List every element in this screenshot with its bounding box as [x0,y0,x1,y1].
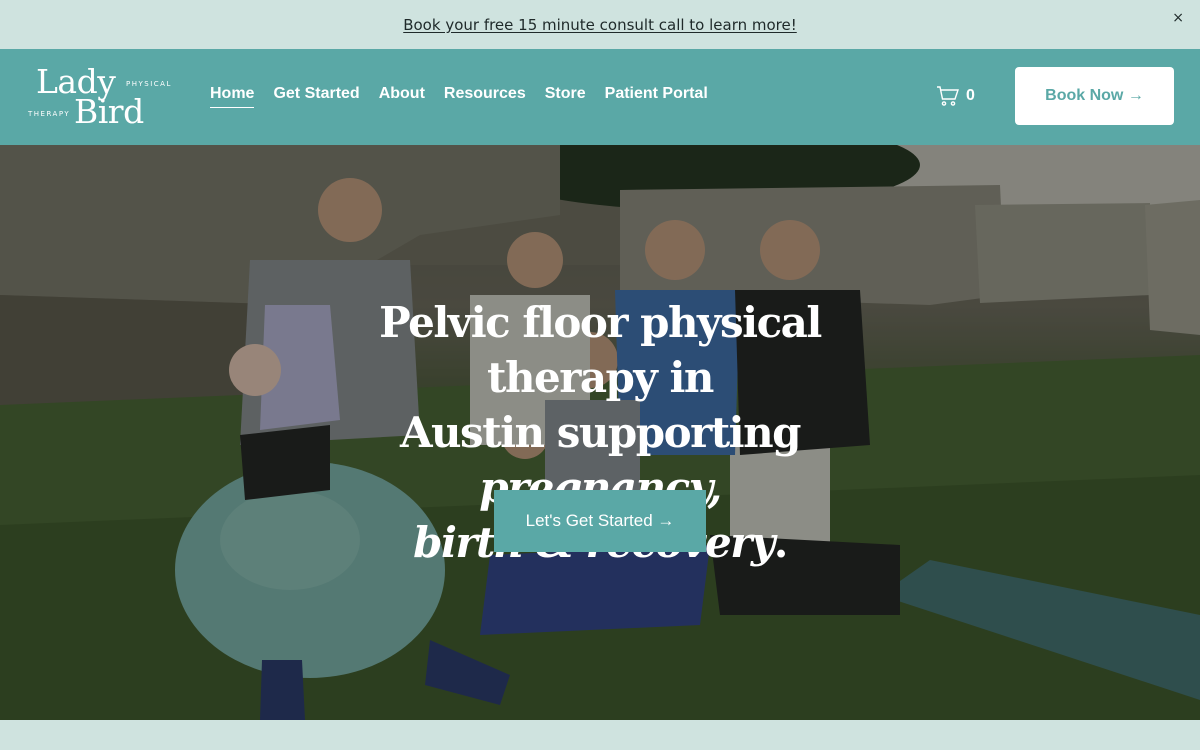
logo[interactable]: Lady PHYSICAL THERAPY Bird [28,65,174,131]
nav-store[interactable]: Store [545,85,586,108]
next-section-strip [0,720,1200,750]
logo-therapy: THERAPY [28,110,71,118]
hero-section: Pelvic floor physical therapy in Austin … [0,145,1200,720]
cart-count: 0 [966,87,975,104]
hero-title-line2-plain: Austin supporting [399,408,802,457]
nav-resources[interactable]: Resources [444,85,526,108]
nav-patient-portal[interactable]: Patient Portal [605,85,708,108]
close-icon[interactable]: × [1172,10,1184,26]
book-now-button[interactable]: Book Now → [1015,67,1174,125]
hero-title-line1: Pelvic floor physical therapy in [379,298,822,402]
cart-icon [937,86,959,106]
main-nav: Home Get Started About Resources Store P… [210,85,708,108]
announcement-bar: Book your free 15 minute consult call to… [0,0,1200,49]
nav-home[interactable]: Home [210,85,255,108]
logo-physical: PHYSICAL [126,80,172,88]
logo-bird: Bird [74,92,144,131]
hero-title-line3-plain: . [773,518,789,567]
nav-about[interactable]: About [379,85,425,108]
get-started-button[interactable]: Let's Get Started → [494,490,706,552]
nav-get-started[interactable]: Get Started [273,85,359,108]
site-header: Lady PHYSICAL THERAPY Bird Home Get Star… [0,49,1200,145]
cart-button[interactable]: 0 [936,85,975,107]
announcement-link[interactable]: Book your free 15 minute consult call to… [403,16,797,34]
